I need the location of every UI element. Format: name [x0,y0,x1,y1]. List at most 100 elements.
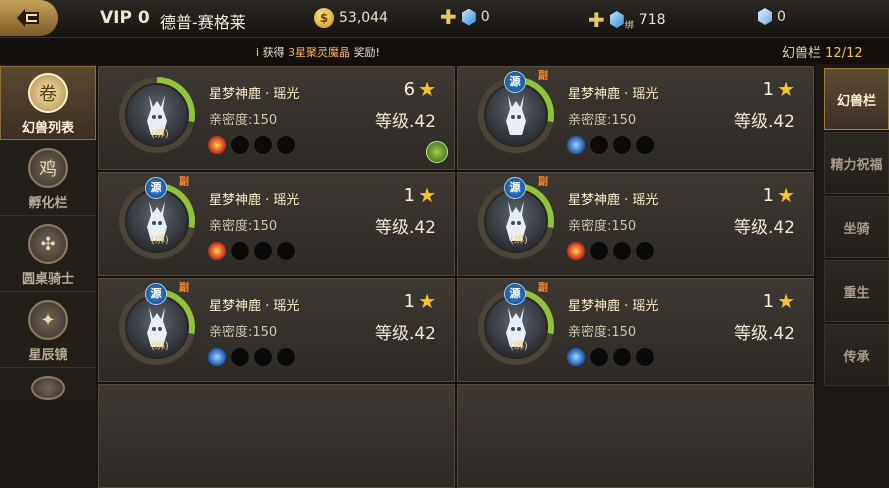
pet-name: 星梦神鹿 · 瑶光 [568,193,659,208]
pet-stars: 1 ★ [763,77,795,101]
empty-skill-slot[interactable] [276,241,296,261]
tab-inheritance[interactable]: 传承 [824,324,889,386]
source-badge: 源 [504,177,526,199]
empty-skill-slot[interactable] [635,347,655,367]
empty-skill-slot[interactable] [230,135,250,155]
pet-name: 星梦神鹿 · 瑶光 [568,299,659,314]
empty-skill-slot[interactable] [253,135,273,155]
other-currency-display: 0 [758,8,786,25]
pet-card[interactable]: (绑) 源 副 星梦神鹿 · 瑶光 亲密度:150 1 ★ 等级.42 [457,278,814,382]
skill-icon[interactable] [207,135,227,155]
star-count: 1 [403,184,416,206]
empty-skill-slot[interactable] [276,347,296,367]
pet-stars: 6 ★ [404,77,436,101]
bound-gem-amount: 718 [638,11,666,28]
pet-card[interactable]: (绑) 源 副 星梦神鹿 · 瑶光 亲密度:150 1 ★ 等级.42 [98,278,455,382]
nav-more[interactable] [0,370,96,400]
slot-count: 12/12 [825,46,863,61]
equipment-icon[interactable] [426,141,448,163]
skill-slots [566,347,655,367]
pet-card[interactable]: 源 副 星梦神鹿 · 瑶光 亲密度:150 1 ★ 等级.42 [457,66,814,170]
pet-level: 等级.42 [374,324,436,344]
nav-pet-list[interactable]: 卷 幻兽列表 [0,66,96,140]
add-bound-gem-button[interactable]: ✚ [588,10,605,30]
sub-badge: 副 [538,283,548,294]
pet-level: 等级.42 [733,112,795,132]
left-nav: 卷 幻兽列表 鸡 孵化栏 ✣ 圆桌骑士 ✦ 星辰镜 [0,64,96,400]
pet-level: 等级.42 [374,218,436,238]
bound-gem-icon [609,11,624,28]
reward-prefix: 获得 [262,46,285,59]
empty-skill-slot[interactable] [253,241,273,261]
vip-level[interactable]: VIP 0 [100,8,150,28]
pet-card[interactable]: (绑) 源 副 星梦神鹿 · 瑶光 亲密度:150 1 ★ 等级.42 [98,172,455,276]
pet-card[interactable]: (绑) 星梦神鹿 · 瑶光 亲密度:150 6 ★ 等级.42 [98,66,455,170]
tab-pet-slots[interactable]: 幻兽栏 [824,68,889,130]
pet-level: 等级.42 [374,112,436,132]
slot-counter: 幻兽栏 12/12 [782,42,863,61]
notice-bar: ⅰ 获得 3星聚灵魔晶 奖励! 幻兽栏 12/12 [0,38,889,64]
empty-skill-slot[interactable] [635,135,655,155]
tab-mount[interactable]: 坐骑 [824,196,889,258]
nav-star-mirror[interactable]: ✦ 星辰镜 [0,294,96,368]
empty-skill-slot[interactable] [635,241,655,261]
star-count: 1 [762,78,775,100]
crystal-icon [758,8,772,25]
sub-badge: 副 [538,71,548,82]
pet-stars: 1 ★ [763,183,795,207]
empty-skill-slot[interactable] [589,135,609,155]
empty-skill-slot[interactable] [253,347,273,367]
bound-gem-display: ✚ 绑 718 [588,8,666,32]
bind-tag: (绑) [151,341,169,352]
round-table-icon: ✣ [28,224,68,264]
pet-intimacy: 亲密度:150 [209,325,278,340]
source-badge: 源 [145,283,167,305]
empty-skill-slot[interactable] [612,347,632,367]
sub-badge: 副 [179,177,189,188]
star-icon: ★ [777,289,795,313]
star-icon: ★ [418,77,436,101]
incubator-icon: 鸡 [28,148,68,188]
pet-name: 星梦神鹿 · 瑶光 [209,299,300,314]
bind-tag: (绑) [510,235,528,246]
pet-intimacy: 亲密度:150 [568,219,637,234]
right-tabs: 幻兽栏 精力祝福 坐骑 重生 传承 [820,64,889,400]
nav-incubator[interactable]: 鸡 孵化栏 [0,142,96,216]
bind-tag: (绑) [151,235,169,246]
pet-stars: 1 ★ [763,289,795,313]
star-mirror-icon: ✦ [28,300,68,340]
sub-badge: 副 [179,283,189,294]
skill-icon[interactable] [566,135,586,155]
skill-icon[interactable] [207,347,227,367]
empty-skill-slot[interactable] [589,347,609,367]
skill-icon[interactable] [566,347,586,367]
back-arrow-icon [17,9,39,27]
gold-coin-icon: $ [314,8,334,28]
pet-level: 等级.42 [733,218,795,238]
gold-display: $ 53,044 [314,8,388,28]
pet-card[interactable]: (绑) 源 副 星梦神鹿 · 瑶光 亲密度:150 1 ★ 等级.42 [457,172,814,276]
pet-grid: (绑) 星梦神鹿 · 瑶光 亲密度:150 6 ★ 等级.42 源 副 星梦神鹿… [96,64,816,488]
empty-skill-slot[interactable] [612,135,632,155]
tab-rebirth[interactable]: 重生 [824,260,889,322]
empty-skill-slot[interactable] [589,241,609,261]
skill-icon[interactable] [207,241,227,261]
source-badge: 源 [504,283,526,305]
add-gem-button[interactable]: ✚ [440,7,457,27]
tab-energy-blessing[interactable]: 精力祝福 [824,132,889,194]
back-button[interactable] [0,0,58,36]
pet-stars: 1 ★ [404,289,436,313]
pet-name: 星梦神鹿 · 瑶光 [209,193,300,208]
empty-skill-slot[interactable] [276,135,296,155]
bind-tag: (绑) [151,129,169,140]
star-icon: ★ [418,183,436,207]
empty-skill-slot[interactable] [230,347,250,367]
nav-round-table[interactable]: ✣ 圆桌骑士 [0,218,96,292]
empty-skill-slot[interactable] [230,241,250,261]
gold-amount: 53,044 [339,10,388,26]
skill-icon[interactable] [566,241,586,261]
nav-label: 圆桌骑士 [21,272,74,287]
reward-notice: ⅰ 获得 3星聚灵魔晶 奖励! [256,44,380,60]
pet-intimacy: 亲密度:150 [209,113,278,128]
empty-skill-slot[interactable] [612,241,632,261]
